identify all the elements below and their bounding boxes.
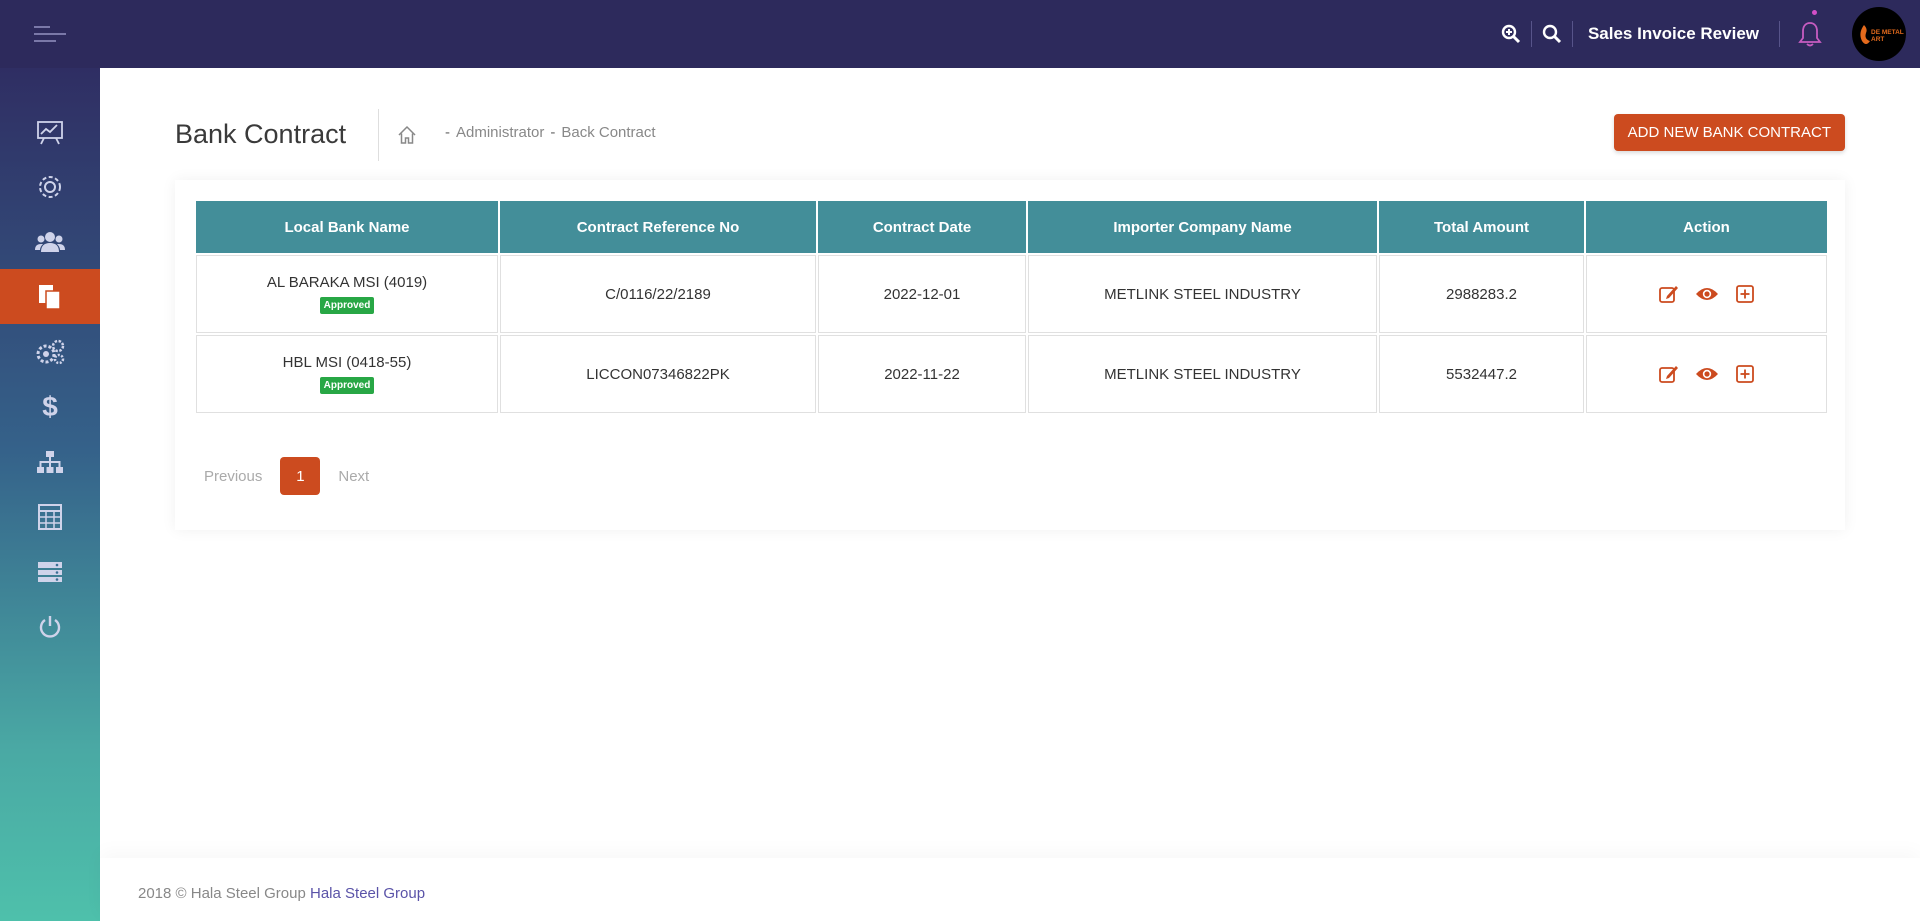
cell-date: 2022-12-01 bbox=[818, 255, 1026, 333]
add-plus-icon[interactable] bbox=[1733, 362, 1757, 386]
power-icon bbox=[39, 615, 61, 638]
notification-bell-icon[interactable] bbox=[1780, 0, 1840, 68]
sidebar-item-documents[interactable] bbox=[0, 269, 100, 324]
users-icon bbox=[35, 231, 65, 252]
bank-name: HBL MSI (0418-55) bbox=[282, 354, 412, 371]
cell-bank: AL BARAKA MSI (4019) Approved bbox=[196, 255, 498, 333]
footer-link[interactable]: Hala Steel Group bbox=[310, 885, 425, 902]
sidebar-item-server[interactable] bbox=[0, 544, 100, 599]
status-badge: Approved bbox=[319, 297, 375, 314]
footer: 2018 © Hala Steel Group Hala Steel Group bbox=[100, 858, 1920, 921]
sidebar-item-users[interactable] bbox=[0, 214, 100, 269]
copyright-text: 2018 © Hala Steel Group bbox=[138, 885, 306, 902]
cell-actions bbox=[1586, 335, 1827, 413]
svg-text:ART: ART bbox=[1871, 36, 1884, 43]
cell-reference: C/0116/22/2189 bbox=[500, 255, 816, 333]
page-title: Bank Contract bbox=[175, 119, 347, 149]
sidebar-item-finance[interactable]: $ bbox=[0, 379, 100, 434]
menu-toggle-icon[interactable] bbox=[34, 26, 66, 44]
pagination-page-1[interactable]: 1 bbox=[280, 457, 321, 495]
sitemap-icon bbox=[37, 450, 63, 473]
contracts-card: Local Bank Name Contract Reference No Co… bbox=[175, 180, 1845, 530]
column-header[interactable]: Importer Company Name bbox=[1028, 201, 1377, 253]
sidebar-item-organization[interactable] bbox=[0, 434, 100, 489]
view-eye-icon[interactable] bbox=[1695, 362, 1719, 386]
footer-text: 2018 © Hala Steel Group Hala Steel Group bbox=[138, 885, 425, 902]
header-title[interactable]: Sales Invoice Review bbox=[1573, 24, 1779, 44]
sidebar: $ bbox=[0, 68, 100, 921]
column-header[interactable]: Local Bank Name bbox=[196, 201, 498, 253]
cell-reference: LICCON07346822PK bbox=[500, 335, 816, 413]
sidebar-item-dashboard[interactable] bbox=[0, 104, 100, 159]
settings-icon bbox=[39, 175, 61, 198]
gears-icon bbox=[36, 339, 65, 364]
view-eye-icon[interactable] bbox=[1695, 282, 1719, 306]
cell-importer: METLINK STEEL INDUSTRY bbox=[1028, 335, 1377, 413]
search-icon[interactable] bbox=[1532, 0, 1572, 68]
top-right-area: Sales Invoice Review DE METAL ART bbox=[1491, 0, 1920, 68]
bank-name: AL BARAKA MSI (4019) bbox=[266, 274, 428, 291]
column-header[interactable]: Contract Date bbox=[818, 201, 1026, 253]
table-row: AL BARAKA MSI (4019) Approved C/0116/22/… bbox=[196, 255, 1827, 333]
edit-icon[interactable] bbox=[1657, 362, 1681, 386]
pagination: Previous 1 Next bbox=[194, 457, 379, 495]
cell-bank: HBL MSI (0418-55) Approved bbox=[196, 335, 498, 413]
cell-amount: 5532447.2 bbox=[1379, 335, 1584, 413]
pagination-next[interactable]: Next bbox=[328, 468, 379, 485]
zoom-in-icon[interactable] bbox=[1491, 0, 1531, 68]
sidebar-item-configuration[interactable] bbox=[0, 324, 100, 379]
edit-icon[interactable] bbox=[1657, 282, 1681, 306]
main-content: Bank Contract - Administrator - Back Con… bbox=[100, 68, 1920, 858]
contracts-table: Local Bank Name Contract Reference No Co… bbox=[194, 199, 1829, 415]
server-icon bbox=[38, 561, 62, 582]
notification-dot bbox=[1812, 10, 1817, 15]
chart-icon bbox=[37, 120, 63, 144]
table-header-row: Local Bank Name Contract Reference No Co… bbox=[196, 201, 1827, 253]
cell-date: 2022-11-22 bbox=[818, 335, 1026, 413]
add-plus-icon[interactable] bbox=[1733, 282, 1757, 306]
home-icon[interactable] bbox=[397, 125, 417, 145]
status-badge: Approved bbox=[319, 377, 375, 394]
svg-text:DE METAL: DE METAL bbox=[1871, 29, 1904, 36]
calculator-icon bbox=[38, 503, 62, 530]
table-row: HBL MSI (0418-55) Approved LICCON0734682… bbox=[196, 335, 1827, 413]
top-navbar: Sales Invoice Review DE METAL ART bbox=[0, 0, 1920, 68]
add-new-bank-contract-button[interactable]: ADD NEW BANK CONTRACT bbox=[1613, 114, 1845, 151]
column-header[interactable]: Action bbox=[1586, 201, 1827, 253]
cell-amount: 2988283.2 bbox=[1379, 255, 1584, 333]
page-header: Bank Contract - Administrator - Back Con… bbox=[175, 109, 1845, 164]
documents-icon bbox=[39, 284, 61, 310]
sidebar-item-settings[interactable] bbox=[0, 159, 100, 214]
cell-actions bbox=[1586, 255, 1827, 333]
breadcrumb-administrator[interactable]: Administrator bbox=[456, 124, 544, 141]
avatar[interactable]: DE METAL ART bbox=[1852, 7, 1906, 61]
pagination-previous[interactable]: Previous bbox=[194, 468, 272, 485]
separator bbox=[378, 109, 379, 161]
column-header[interactable]: Contract Reference No bbox=[500, 201, 816, 253]
cell-importer: METLINK STEEL INDUSTRY bbox=[1028, 255, 1377, 333]
sidebar-item-logout[interactable] bbox=[0, 599, 100, 654]
breadcrumb: - Administrator - Back Contract bbox=[445, 124, 656, 141]
dollar-icon: $ bbox=[42, 390, 58, 422]
brand-logo-icon: DE METAL ART bbox=[1860, 25, 1904, 44]
breadcrumb-current: Back Contract bbox=[561, 124, 656, 141]
sidebar-item-calculator[interactable] bbox=[0, 489, 100, 544]
column-header[interactable]: Total Amount bbox=[1379, 201, 1584, 253]
